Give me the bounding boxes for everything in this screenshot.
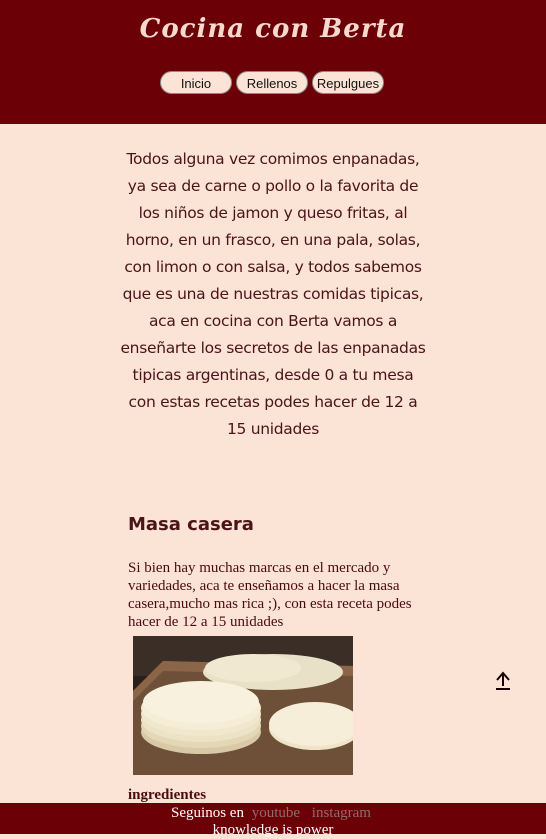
nav-inicio-button[interactable]: Inicio (160, 71, 232, 94)
nav-rellenos-button[interactable]: Rellenos (236, 71, 308, 94)
site-logo[interactable]: Cocina con Berta (0, 14, 546, 44)
section-text: Si bien hay muchas marcas en el mercado … (128, 560, 412, 630)
instagram-link[interactable]: instagram (312, 805, 371, 821)
footer-motto: knowledge is power (212, 822, 334, 838)
footer-lead: Seguinos en (171, 805, 244, 821)
site-footer: Seguinos en youtube instagram knowledge … (0, 803, 546, 838)
section-title: Masa casera (128, 514, 254, 535)
nav-repulgues-button[interactable]: Repulgues (312, 71, 384, 94)
ingredients-heading: ingredientes (128, 787, 207, 803)
intro-text: Todos alguna vez comimos enpanadas, ya s… (120, 150, 426, 438)
youtube-link[interactable]: youtube (252, 805, 300, 821)
main-nav: Inicio Rellenos Repulgues (0, 71, 546, 96)
dough-discs-photo (133, 636, 353, 775)
scroll-top-arrow-up-icon[interactable] (493, 670, 513, 692)
site-header: Cocina con Berta Inicio Rellenos Repulgu… (0, 0, 546, 124)
